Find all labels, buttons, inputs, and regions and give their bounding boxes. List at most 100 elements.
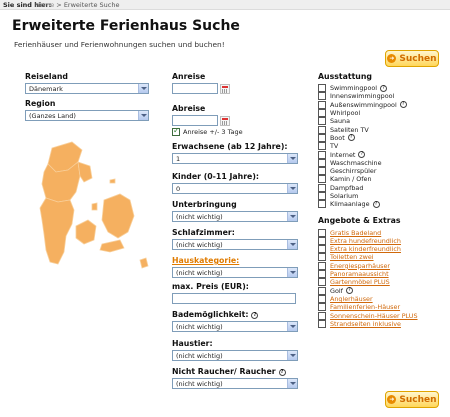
offer-gratis-badeland[interactable]: Gratis Badeland	[318, 228, 443, 237]
amenity-klimaanlage[interactable]: Klimaanlage?	[318, 200, 443, 209]
offer-checkbox[interactable]	[318, 236, 326, 245]
chevron-down-icon	[287, 351, 297, 360]
raucher-select[interactable]: (nicht wichtig)	[172, 378, 298, 389]
page-subtitle: Ferienhäuser und Ferienwohnungen suchen …	[14, 40, 225, 49]
amenity-sauna[interactable]: Sauna	[318, 117, 443, 126]
calendar-icon[interactable]	[220, 83, 230, 94]
offer-gartenmoebel-plus[interactable]: Gartenmöbel PLUS	[318, 278, 443, 287]
amenity-internet[interactable]: Internet?	[318, 150, 443, 159]
offer-checkbox[interactable]	[318, 319, 326, 328]
help-icon[interactable]: ?	[399, 101, 407, 109]
amenity-label: Sauna	[330, 117, 350, 126]
offer-checkbox[interactable]	[318, 245, 326, 254]
help-icon[interactable]: ?	[251, 311, 259, 319]
amenity-checkbox[interactable]	[318, 192, 326, 200]
kinder-select[interactable]: 0	[172, 183, 298, 194]
help-icon[interactable]: ?	[278, 368, 286, 376]
search-button-bottom[interactable]: ➜ Suchen	[385, 391, 439, 408]
breadcrumb-home-link[interactable]: Home	[35, 1, 54, 9]
amenity-sateliten-tv[interactable]: Sateliten TV	[318, 125, 443, 134]
offer-golf[interactable]: Golf?	[318, 286, 443, 295]
offer-strandseiten-inklusive[interactable]: Strandseiten inklusive	[318, 319, 443, 328]
amenity-checkbox[interactable]	[318, 142, 326, 151]
amenity-checkbox[interactable]	[318, 117, 326, 126]
offer-link[interactable]: Sonnenschein-Häuser PLUS	[330, 312, 418, 320]
amenity-checkbox[interactable]	[318, 200, 326, 209]
amenity-checkbox[interactable]	[318, 183, 326, 192]
help-icon[interactable]: ?	[380, 84, 388, 92]
offer-link[interactable]: Panoramaaussicht	[330, 270, 389, 278]
abreise-date-input[interactable]	[172, 115, 218, 126]
hauskategorie-select[interactable]: (nicht wichtig)	[172, 267, 298, 278]
offer-toiletten-zwei[interactable]: Toiletten zwei	[318, 253, 443, 262]
amenity-checkbox[interactable]	[318, 158, 326, 167]
offer-energiesparhaeuser[interactable]: Energiesparhäuser	[318, 261, 443, 270]
amenity-checkbox[interactable]	[318, 175, 326, 184]
amenity-checkbox[interactable]	[318, 109, 326, 118]
help-icon[interactable]: ?	[358, 151, 366, 159]
amenity-boot[interactable]: Boot?	[318, 133, 443, 142]
region-select[interactable]: (Ganzes Land)	[25, 110, 149, 121]
amenity-checkbox[interactable]	[318, 150, 326, 159]
offer-sonnenschein-haeuser-plus[interactable]: Sonnenschein-Häuser PLUS	[318, 311, 443, 320]
offer-link[interactable]: Energiesparhäuser	[330, 262, 390, 270]
amenity-geschirrspueler[interactable]: Geschirrspüler	[318, 167, 443, 176]
offer-checkbox[interactable]	[318, 294, 326, 303]
search-button-top[interactable]: ➜ Suchen	[385, 50, 439, 67]
calendar-icon[interactable]	[220, 115, 230, 126]
amenity-aussenswimmingpool[interactable]: Außenswimmingpool?	[318, 100, 443, 109]
flex-dates-checkbox[interactable]	[172, 126, 180, 136]
unterbringung-select[interactable]: (nicht wichtig)	[172, 211, 298, 222]
offer-checkbox[interactable]	[318, 228, 326, 237]
offer-label: Golf	[330, 286, 343, 295]
help-icon[interactable]: ?	[345, 287, 353, 295]
hauskategorie-link[interactable]: Hauskategorie:	[172, 256, 298, 265]
offer-extra-kinderfreundlich[interactable]: Extra kinderfreundlich	[318, 245, 443, 254]
amenity-waschmaschine[interactable]: Waschmaschine	[318, 158, 443, 167]
amenity-checkbox[interactable]	[318, 92, 326, 101]
amenity-dampfbad[interactable]: Dampfbad	[318, 183, 443, 192]
offer-extra-hundefreundlich[interactable]: Extra hundefreundlich	[318, 236, 443, 245]
amenity-checkbox[interactable]	[318, 125, 326, 134]
map-region-south-jutland	[39, 197, 75, 265]
amenity-checkbox[interactable]	[318, 100, 326, 109]
amenity-checkbox[interactable]	[318, 84, 326, 93]
anreise-date-input[interactable]	[172, 83, 218, 94]
offer-link[interactable]: Toiletten zwei	[330, 253, 374, 261]
max-price-input[interactable]	[172, 293, 296, 304]
erwachsene-select[interactable]: 1	[172, 153, 298, 164]
amenity-tv[interactable]: TV	[318, 142, 443, 151]
offer-familienferien-haeuser[interactable]: Familienferien-Häuser	[318, 303, 443, 312]
offer-panoramaaussicht[interactable]: Panoramaaussicht	[318, 270, 443, 279]
offer-link[interactable]: Familienferien-Häuser	[330, 303, 400, 311]
help-icon[interactable]: ?	[372, 200, 380, 208]
offer-checkbox[interactable]	[318, 311, 326, 320]
denmark-map[interactable]	[30, 140, 150, 280]
offer-link[interactable]: Extra hundefreundlich	[330, 237, 401, 245]
amenity-kamin-ofen[interactable]: Kamin / Ofen	[318, 175, 443, 184]
offer-link[interactable]: Extra kinderfreundlich	[330, 245, 401, 253]
bad-select[interactable]: (nicht wichtig)	[172, 321, 298, 332]
offer-checkbox[interactable]	[318, 286, 326, 295]
offer-checkbox[interactable]	[318, 261, 326, 270]
amenity-solarium[interactable]: Solarium	[318, 192, 443, 200]
offer-checkbox[interactable]	[318, 270, 326, 279]
amenity-whirlpool[interactable]: Whirlpool	[318, 109, 443, 118]
offer-anglerhaeuser[interactable]: Anglerhäuser	[318, 294, 443, 303]
help-icon[interactable]: ?	[347, 134, 355, 142]
amenity-swimmingpool[interactable]: Swimmingpool?	[318, 84, 443, 93]
offer-checkbox[interactable]	[318, 253, 326, 262]
amenity-innenswimmingpool[interactable]: Innenswimmingpool	[318, 92, 443, 101]
offer-checkbox[interactable]	[318, 278, 326, 287]
reiseland-select[interactable]: Dänemark	[25, 83, 149, 94]
offer-link[interactable]: Gratis Badeland	[330, 229, 381, 237]
offer-checkbox[interactable]	[318, 303, 326, 312]
haustier-select[interactable]: (nicht wichtig)	[172, 350, 298, 361]
amenity-checkbox[interactable]	[318, 167, 326, 176]
offer-link[interactable]: Gartenmöbel PLUS	[330, 278, 390, 286]
offer-link[interactable]: Anglerhäuser	[330, 295, 373, 303]
amenity-checkbox[interactable]	[318, 133, 326, 142]
offer-link[interactable]: Strandseiten inklusive	[330, 320, 401, 328]
search-button-label: Suchen	[399, 394, 437, 405]
schlafzimmer-select[interactable]: (nicht wichtig)	[172, 239, 298, 250]
